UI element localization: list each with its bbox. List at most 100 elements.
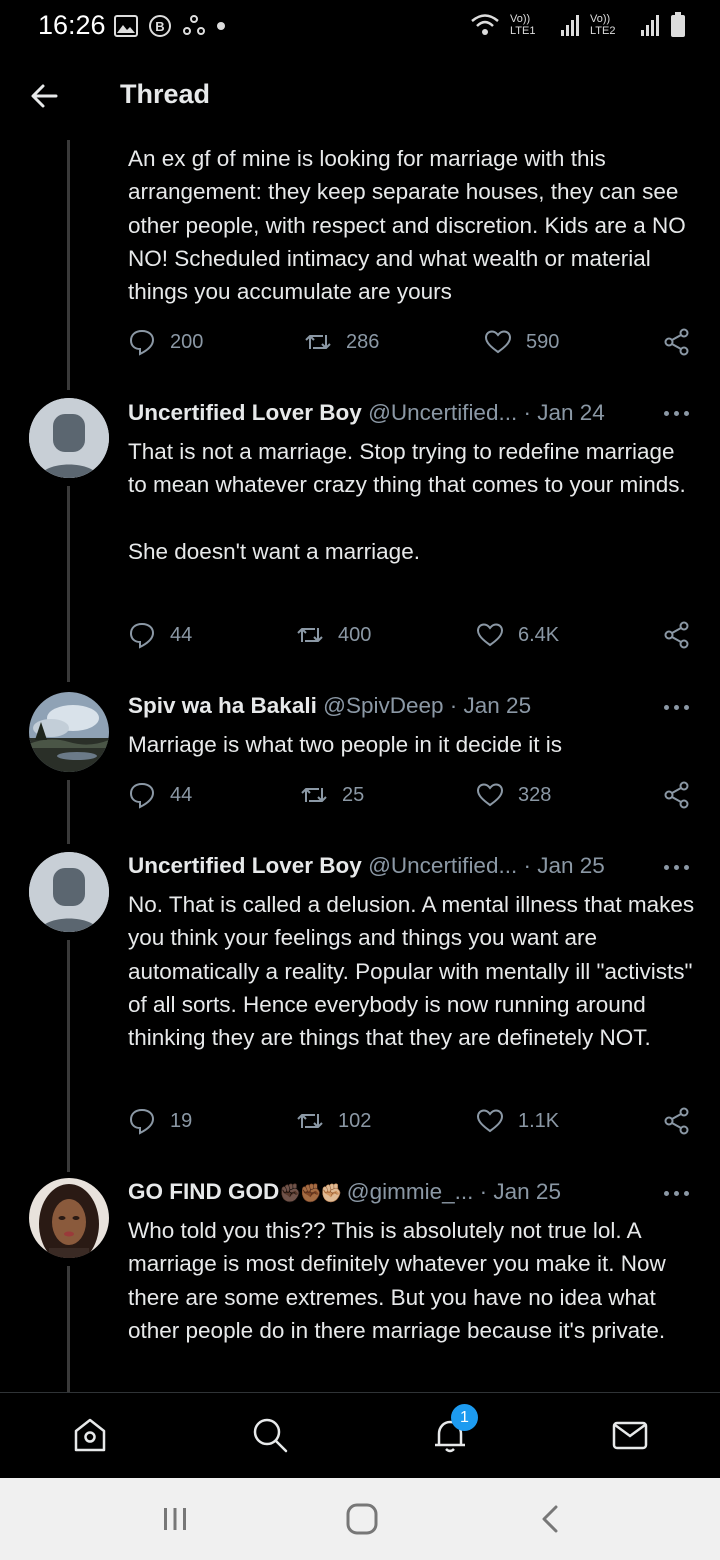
retweet-count: 102 xyxy=(338,1109,372,1132)
reply-count: 44 xyxy=(170,623,193,646)
handle[interactable]: @gimmie_... xyxy=(347,1179,474,1204)
heart-icon xyxy=(476,1109,504,1133)
heart-icon xyxy=(484,330,512,354)
back-arrow-icon[interactable] xyxy=(28,80,60,112)
avatar[interactable] xyxy=(29,852,109,932)
default-avatar-icon xyxy=(29,398,109,478)
tweet-actions: 44 25 328 xyxy=(128,781,694,815)
like-count: 328 xyxy=(518,783,552,806)
status-bar: 16:26 B Vo)) LTE1 Vo)) LTE2 xyxy=(0,0,720,54)
avatar[interactable] xyxy=(29,692,109,772)
handle[interactable]: @SpivDeep xyxy=(323,693,443,718)
avatar[interactable] xyxy=(29,398,109,478)
wifi-icon xyxy=(471,14,499,35)
share-button[interactable] xyxy=(663,328,691,356)
tweet-text: No. That is called a delusion. A mental … xyxy=(128,892,701,1051)
reply-button[interactable]: 19 xyxy=(128,1107,192,1135)
status-notification-icons: B xyxy=(114,14,226,38)
handle[interactable]: @Uncertified... xyxy=(368,853,517,878)
notification-badge: 1 xyxy=(451,1404,478,1431)
tweet-actions: 44 400 6.4K xyxy=(128,621,694,655)
more-options-icon[interactable] xyxy=(664,704,690,712)
more-options-icon[interactable] xyxy=(664,1190,690,1198)
retweet-count: 25 xyxy=(342,783,365,806)
reply-icon xyxy=(129,622,155,649)
share-button[interactable] xyxy=(663,1107,691,1135)
display-name[interactable]: Uncertified Lover Boy xyxy=(128,400,362,425)
name-emoji: ✊🏿✊🏾✊🏼 xyxy=(279,1183,342,1203)
reply-icon xyxy=(129,1108,155,1135)
share-icon xyxy=(664,328,689,356)
share-button[interactable] xyxy=(663,621,691,649)
retweet-button[interactable]: 400 xyxy=(296,621,371,649)
tweet-meta: Spiv wa ha Bakali @SpivDeep · Jan 25 xyxy=(128,693,698,725)
reply-icon xyxy=(129,329,155,356)
reply-button[interactable]: 44 xyxy=(128,781,192,809)
tweet-actions: 19 102 1.1K xyxy=(128,1107,694,1141)
signal1-label: Vo)) LTE1 xyxy=(510,13,536,37)
display-name[interactable]: Uncertified Lover Boy xyxy=(128,853,362,878)
retweet-button[interactable]: 286 xyxy=(304,328,379,356)
handle[interactable]: @Uncertified... xyxy=(368,400,517,425)
dot-icon xyxy=(217,22,225,30)
display-name[interactable]: GO FIND GOD xyxy=(128,1179,279,1204)
person-avatar-image xyxy=(29,1178,109,1258)
more-options-icon[interactable] xyxy=(664,864,690,872)
like-count: 6.4K xyxy=(518,623,560,646)
thread-connector xyxy=(67,1266,70,1392)
default-avatar-icon xyxy=(29,852,109,932)
thread-connector xyxy=(67,140,70,390)
bottom-navigation: 1 xyxy=(0,1392,720,1479)
thread-connector xyxy=(67,486,70,682)
reply-count: 19 xyxy=(170,1109,193,1132)
retweet-button[interactable]: 25 xyxy=(300,781,364,809)
tweet-date: · Jan 25 xyxy=(449,693,532,718)
avatar[interactable] xyxy=(29,1178,109,1258)
tweet-meta: GO FIND GOD✊🏿✊🏾✊🏼 @gimmie_... · Jan 25 xyxy=(128,1179,698,1211)
search-icon[interactable] xyxy=(250,1415,290,1455)
retweet-icon xyxy=(301,788,327,802)
landscape-avatar-image xyxy=(29,692,109,772)
back-button-icon[interactable] xyxy=(536,1504,566,1534)
home-icon[interactable] xyxy=(70,1415,110,1455)
tweet-meta: Uncertified Lover Boy @Uncertified... · … xyxy=(128,853,698,885)
home-button-icon[interactable] xyxy=(345,1502,379,1536)
retweet-icon xyxy=(297,628,323,642)
thread-header: Thread xyxy=(0,54,720,140)
more-options-icon[interactable] xyxy=(664,410,690,418)
signal2-label: Vo)) LTE2 xyxy=(590,13,616,37)
system-navigation-bar xyxy=(0,1478,720,1560)
tweet-actions: 200 286 590 xyxy=(128,328,694,362)
like-button[interactable]: 328 xyxy=(476,781,551,809)
battery-icon xyxy=(671,12,685,37)
retweet-button[interactable]: 102 xyxy=(296,1107,371,1135)
recent-apps-icon[interactable] xyxy=(160,1504,190,1534)
share-icon xyxy=(664,1107,689,1135)
share-button[interactable] xyxy=(663,781,691,809)
display-name[interactable]: Spiv wa ha Bakali xyxy=(128,693,317,718)
like-button[interactable]: 6.4K xyxy=(476,621,559,649)
gallery-icon xyxy=(114,15,138,37)
signal-bars-1-icon xyxy=(561,15,579,36)
messages-envelope-icon[interactable] xyxy=(610,1415,650,1455)
like-button[interactable]: 590 xyxy=(484,328,559,356)
b-icon: B xyxy=(149,15,171,37)
tweet-text: An ex gf of mine is looking for marriage… xyxy=(128,146,693,305)
signal-bars-2-icon xyxy=(641,15,659,36)
retweet-count: 286 xyxy=(346,330,380,353)
sync-icon xyxy=(183,15,205,35)
thread-connector xyxy=(67,940,70,1172)
reply-button[interactable]: 44 xyxy=(128,621,192,649)
page-title: Thread xyxy=(120,79,211,109)
share-icon xyxy=(664,781,689,809)
thread-connector xyxy=(67,780,70,844)
reply-icon xyxy=(129,782,155,809)
tweet-date: · Jan 25 xyxy=(523,853,605,878)
tweet-text: Marriage is what two people in it decide… xyxy=(128,732,562,757)
tweet-meta: Uncertified Lover Boy @Uncertified... · … xyxy=(128,400,698,432)
retweet-icon xyxy=(297,1114,323,1128)
share-icon xyxy=(664,621,689,649)
reply-button[interactable]: 200 xyxy=(128,328,203,356)
svg-text:B: B xyxy=(155,19,164,34)
like-button[interactable]: 1.1K xyxy=(476,1107,559,1135)
